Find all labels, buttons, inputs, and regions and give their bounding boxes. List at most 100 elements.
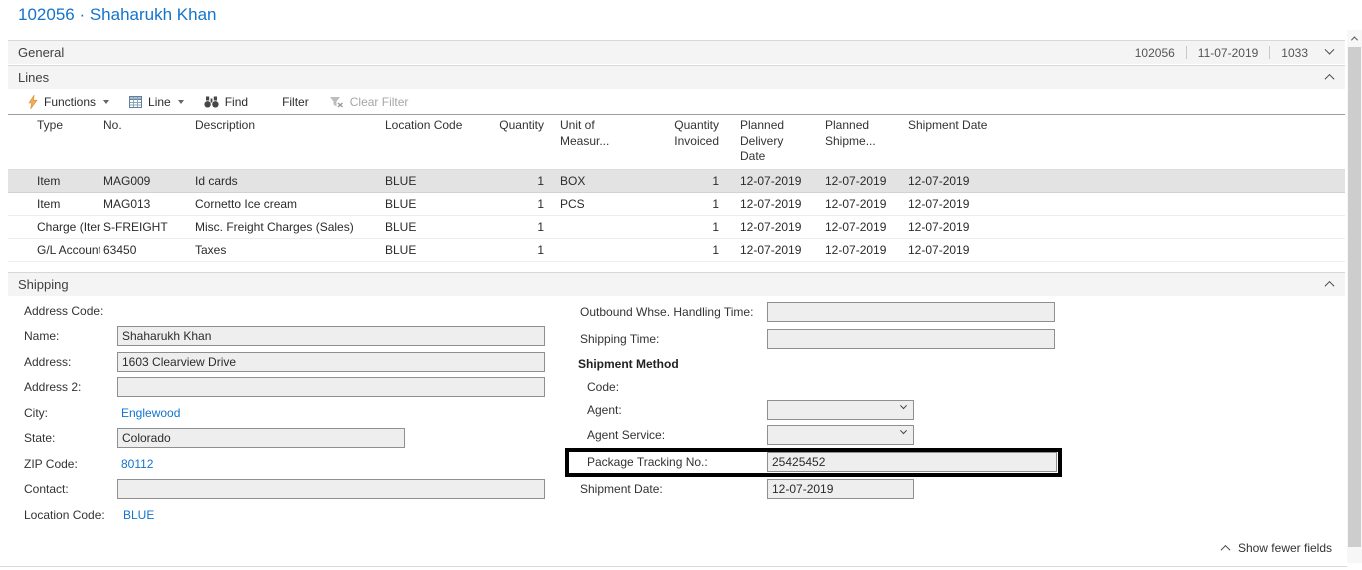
field-row-city: City: Englewood [24, 400, 554, 426]
cell-no[interactable]: S-FREIGHT [100, 215, 192, 239]
name-field[interactable] [117, 326, 545, 347]
section-general-header[interactable]: General 102056 11-07-2019 1033 [8, 40, 1345, 64]
cell-quantity[interactable]: 1 [472, 169, 551, 193]
cell-type[interactable]: Charge (Item) [8, 215, 100, 239]
zip-code-link[interactable]: 80112 [117, 457, 153, 471]
cell-quantity[interactable]: 1 [472, 238, 551, 262]
field-row-package-tracking: Package Tracking No.: [565, 447, 1100, 477]
cell-planned-shipment-date[interactable]: 12-07-2019 [811, 192, 894, 216]
clear-filter-button[interactable]: Clear Filter [319, 90, 419, 114]
cell-shipment-date[interactable]: 12-07-2019 [894, 238, 994, 262]
cell-location-code[interactable]: BLUE [382, 169, 472, 193]
column-header-type[interactable]: Type [8, 115, 100, 170]
agent-dropdown[interactable] [767, 399, 914, 420]
name-label: Name: [24, 329, 60, 344]
cell-quantity-invoiced[interactable]: 1 [639, 238, 726, 262]
cell-unit-of-measure[interactable]: BOX [551, 169, 639, 193]
lines-collapse-button[interactable] [1324, 73, 1335, 84]
grid-icon [129, 96, 143, 108]
agent-service-dropdown[interactable] [767, 424, 914, 445]
shipping-collapse-button[interactable] [1324, 280, 1335, 291]
contact-field[interactable] [117, 479, 545, 500]
cell-type[interactable]: Item [8, 192, 100, 216]
cell-quantity-invoiced[interactable]: 1 [639, 215, 726, 239]
column-header-quantity[interactable]: Quantity [472, 115, 551, 170]
table-row[interactable]: G/L Account 63450 Taxes BLUE 1 1 12-07-2… [8, 238, 1345, 262]
table-row[interactable]: Item MAG009 Id cards BLUE 1 BOX 1 12-07-… [8, 169, 1345, 193]
cell-planned-delivery-date[interactable]: 12-07-2019 [726, 238, 811, 262]
cell-location-code[interactable]: BLUE [382, 192, 472, 216]
cell-shipment-date[interactable]: 12-07-2019 [894, 192, 994, 216]
cell-quantity[interactable]: 1 [472, 215, 551, 239]
cell-type[interactable]: Item [8, 169, 100, 193]
cell-planned-shipment-date[interactable]: 12-07-2019 [811, 169, 894, 193]
package-tracking-field[interactable] [767, 451, 1057, 472]
shipment-method-group: Shipment Method [578, 352, 1100, 376]
cell-shipment-date[interactable]: 12-07-2019 [894, 215, 994, 239]
cell-planned-delivery-date[interactable]: 12-07-2019 [726, 169, 811, 193]
cell-location-code[interactable]: BLUE [382, 238, 472, 262]
column-header-unit-of-measure[interactable]: Unit of Measur... [551, 115, 639, 170]
cell-planned-shipment-date[interactable]: 12-07-2019 [811, 238, 894, 262]
vertical-scrollbar[interactable] [1347, 30, 1362, 563]
cell-planned-delivery-date[interactable]: 12-07-2019 [726, 192, 811, 216]
general-expand-button[interactable] [1324, 44, 1335, 56]
cell-planned-shipment-date[interactable]: 12-07-2019 [811, 215, 894, 239]
table-row[interactable]: Charge (Item) S-FREIGHT Misc. Freight Ch… [8, 215, 1345, 239]
city-link[interactable]: Englewood [117, 406, 180, 420]
cell-no[interactable]: 63450 [100, 238, 192, 262]
show-fewer-fields-button[interactable]: Show fewer fields [1220, 541, 1332, 555]
filter-button[interactable]: Filter [272, 90, 319, 114]
cell-unit-of-measure[interactable]: PCS [551, 192, 639, 216]
caret-down-icon [177, 100, 184, 104]
outbound-handling-field[interactable] [767, 301, 1055, 322]
shipment-date-field[interactable] [767, 479, 914, 499]
cell-no[interactable]: MAG009 [100, 169, 192, 193]
section-lines-label: Lines [18, 70, 50, 85]
address-field[interactable] [117, 351, 545, 372]
cell-quantity-invoiced[interactable]: 1 [639, 169, 726, 193]
chevron-down-icon [1324, 44, 1335, 55]
field-row-name: Name: [24, 324, 554, 350]
outbound-handling-label: Outbound Whse. Handling Time: [580, 304, 754, 319]
city-label: City: [24, 405, 48, 420]
cell-unit-of-measure[interactable] [551, 215, 639, 239]
chevron-down-icon [899, 401, 908, 409]
column-header-planned-delivery-date[interactable]: Planned Delivery Date [726, 115, 811, 170]
state-field[interactable] [117, 428, 405, 449]
cell-planned-delivery-date[interactable]: 12-07-2019 [726, 215, 811, 239]
shipping-time-field[interactable] [767, 328, 1055, 349]
functions-menu-button[interactable]: Functions [18, 90, 119, 114]
cell-unit-of-measure[interactable] [551, 238, 639, 262]
cell-shipment-date[interactable]: 12-07-2019 [894, 169, 994, 193]
cell-quantity-invoiced[interactable]: 1 [639, 192, 726, 216]
cell-type[interactable]: G/L Account [8, 238, 100, 262]
address2-field[interactable] [117, 377, 545, 398]
section-lines-header[interactable]: Lines [8, 65, 1345, 89]
cell-description[interactable]: Id cards [192, 169, 382, 193]
field-row-zip: ZIP Code: 80112 [24, 451, 554, 477]
cell-description[interactable]: Taxes [192, 238, 382, 262]
table-row[interactable]: Item MAG013 Cornetto Ice cream BLUE 1 PC… [8, 192, 1345, 216]
scroll-up-button[interactable] [1347, 30, 1362, 46]
cell-location-code[interactable]: BLUE [382, 215, 472, 239]
column-header-shipment-date[interactable]: Shipment Date [894, 115, 994, 170]
section-shipping-label: Shipping [18, 277, 69, 292]
column-header-quantity-invoiced[interactable]: Quantity Invoiced [639, 115, 726, 170]
cell-description[interactable]: Misc. Freight Charges (Sales) [192, 215, 382, 239]
package-tracking-label: Package Tracking No.: [587, 454, 708, 469]
section-shipping-header[interactable]: Shipping [8, 272, 1345, 296]
cell-description[interactable]: Cornetto Ice cream [192, 192, 382, 216]
field-row-address: Address: [24, 349, 554, 375]
scrollbar-thumb[interactable] [1348, 47, 1361, 547]
column-header-no[interactable]: No. [100, 115, 192, 170]
line-menu-button[interactable]: Line [119, 90, 194, 114]
location-code-link[interactable]: BLUE [117, 508, 154, 522]
chevron-up-icon [1324, 280, 1335, 291]
find-button[interactable]: Find [194, 90, 258, 114]
column-header-planned-shipment-date[interactable]: Planned Shipme... [811, 115, 894, 170]
cell-no[interactable]: MAG013 [100, 192, 192, 216]
column-header-location-code[interactable]: Location Code [382, 115, 472, 170]
cell-quantity[interactable]: 1 [472, 192, 551, 216]
column-header-description[interactable]: Description [192, 115, 382, 170]
